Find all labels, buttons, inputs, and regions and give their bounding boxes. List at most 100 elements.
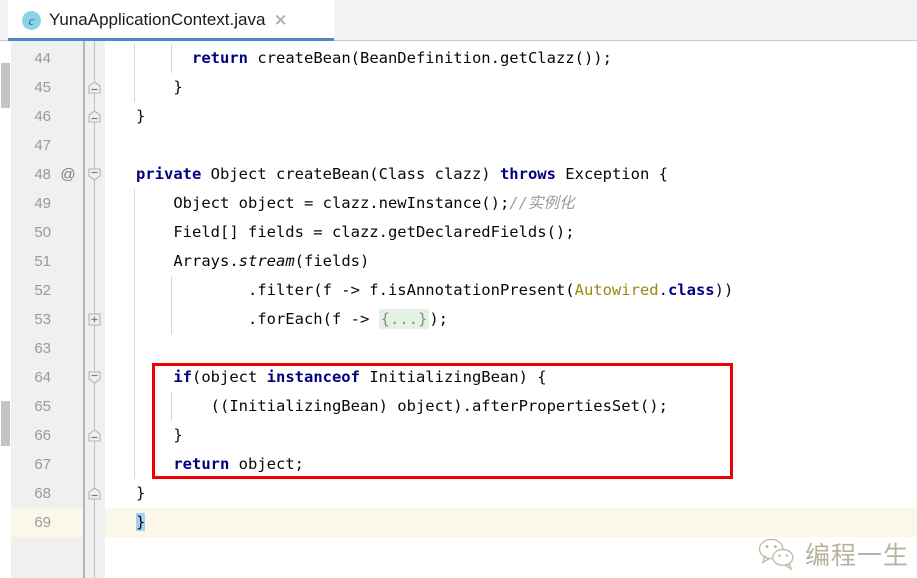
code-line[interactable]: return createBean(BeanDefinition.getClaz… (105, 44, 917, 73)
code-line[interactable]: } (105, 508, 917, 537)
code-content-area[interactable]: return createBean(BeanDefinition.getClaz… (105, 41, 917, 578)
line-number: 63 (34, 340, 51, 357)
code-line[interactable]: .forEach(f -> {...}); (105, 305, 917, 334)
code-line[interactable]: if(object instanceof InitializingBean) { (105, 363, 917, 392)
code-line[interactable]: Arrays.stream(fields) (105, 247, 917, 276)
code-line[interactable]: return object; (105, 450, 917, 479)
wechat-logo (758, 538, 794, 571)
code-token-anno: Autowired (574, 281, 659, 299)
code-token-plain: .filter(f -> f.isAnnotationPresent( (136, 281, 575, 299)
gutter-line[interactable]: 65 (11, 392, 83, 421)
line-number-gutter[interactable]: 44 45 46 47 48 @49 50 51 52 53 63 64 65 66 67 68 69 (11, 41, 83, 578)
indent-guide (134, 334, 135, 363)
gutter-line[interactable]: 64 (11, 363, 83, 392)
line-number: 68 (34, 485, 51, 502)
tab-yunaapplicationcontext-java[interactable]: c YunaApplicationContext.java ✕ (8, 0, 334, 40)
code-token-ital: stream (238, 252, 295, 270)
code-line[interactable]: } (105, 421, 917, 450)
code-line[interactable]: } (105, 73, 917, 102)
code-token-kw: if (173, 368, 192, 386)
code-line[interactable]: Field[] fields = clazz.getDeclaredFields… (105, 218, 917, 247)
code-line-text: ((InitializingBean) object).afterPropert… (136, 392, 668, 421)
code-token-plain: (object (192, 368, 267, 386)
fold-expand-down-icon[interactable] (88, 371, 101, 384)
editor-tab-bar: c YunaApplicationContext.java ✕ (0, 0, 917, 41)
code-token-kw: throws (499, 165, 556, 183)
gutter-line[interactable]: 63 (11, 334, 83, 363)
code-token-plain: } (136, 426, 183, 444)
indent-guide (134, 450, 135, 479)
gutter-line[interactable]: 48 @ (11, 160, 83, 189)
gutter-line[interactable]: 51 (11, 247, 83, 276)
code-line-text: if(object instanceof InitializingBean) { (136, 363, 546, 392)
code-line-text: Object object = clazz.newInstance();//实例… (136, 189, 574, 218)
line-number: 45 (34, 79, 51, 96)
code-line[interactable] (105, 131, 917, 160)
gutter-line[interactable]: 47 (11, 131, 83, 160)
gutter-line[interactable]: 45 (11, 73, 83, 102)
code-token-kw: class (667, 281, 715, 299)
fold-collapse-up-icon[interactable] (88, 110, 101, 123)
line-number: 66 (34, 427, 51, 444)
indent-guide (134, 189, 135, 218)
line-number: 47 (34, 137, 51, 154)
code-line-text: return createBean(BeanDefinition.getClaz… (136, 44, 612, 73)
code-token-plain: } (136, 107, 146, 125)
fold-collapse-up-icon[interactable] (88, 429, 101, 442)
gutter-line[interactable]: 67 (11, 450, 83, 479)
code-token-plain: Arrays. (136, 252, 239, 270)
code-line[interactable]: ((InitializingBean) object).afterPropert… (105, 392, 917, 421)
code-token-fold-ph: {...} (378, 309, 430, 329)
fold-collapse-up-icon[interactable] (88, 81, 101, 94)
line-number: 67 (34, 456, 51, 473)
indent-guide (134, 276, 135, 305)
gutter-line[interactable]: 44 (11, 44, 83, 73)
fold-expand-down-icon[interactable] (88, 168, 101, 181)
scroll-marker-bottom[interactable] (1, 401, 10, 446)
code-line[interactable]: Object object = clazz.newInstance();//实例… (105, 189, 917, 218)
watermark: 编程一生 (757, 536, 909, 572)
annotation-gutter-icon[interactable]: @ (59, 160, 77, 189)
code-line[interactable]: .filter(f -> f.isAnnotationPresent(Autow… (105, 276, 917, 305)
code-token-plain: } (136, 484, 146, 502)
watermark-text: 编程一生 (804, 542, 909, 570)
code-token-plain: (fields) (294, 252, 370, 270)
gutter-line[interactable]: 69 (11, 508, 83, 537)
indent-guide (134, 392, 135, 421)
gutter-line[interactable]: 46 (11, 102, 83, 131)
code-line[interactable]: } (105, 479, 917, 508)
code-token-kw: return (192, 49, 248, 67)
line-number: 46 (34, 108, 51, 125)
gutter-line[interactable]: 66 (11, 421, 83, 450)
gutter-line[interactable]: 52 (11, 276, 83, 305)
fold-collapsed-plus-icon[interactable] (88, 313, 101, 326)
ide-editor-window: c YunaApplicationContext.java ✕ 44 45 46 47… (0, 0, 917, 578)
indent-guide (134, 44, 135, 73)
code-line-text: } (136, 479, 145, 508)
code-line[interactable] (105, 334, 917, 363)
code-token-plain: Exception { (555, 165, 668, 183)
code-token-kw: private (136, 165, 202, 183)
indent-guide (134, 363, 135, 392)
gutter-line[interactable]: 53 (11, 305, 83, 334)
code-token-plain: Object createBean(Class clazz) (201, 165, 500, 183)
code-editor[interactable]: 44 45 46 47 48 @49 50 51 52 53 63 64 65 66 67 68 69 retu… (0, 41, 917, 578)
code-token-plain: ((InitializingBean) object).afterPropert… (136, 397, 668, 415)
code-line[interactable]: } (105, 102, 917, 131)
code-line-text: } (136, 102, 145, 131)
scroll-marker-top[interactable] (1, 63, 10, 108)
gutter-line[interactable]: 49 (11, 189, 83, 218)
code-line[interactable]: private Object createBean(Class clazz) t… (105, 160, 917, 189)
gutter-line[interactable]: 50 (11, 218, 83, 247)
editor-left-stripe[interactable] (0, 41, 11, 578)
line-number: 50 (34, 224, 51, 241)
close-icon[interactable]: ✕ (273, 12, 287, 29)
line-number: 65 (34, 398, 51, 415)
fold-collapse-up-icon[interactable] (88, 487, 101, 500)
gutter-line[interactable]: 68 (11, 479, 83, 508)
indent-guide (134, 73, 135, 102)
line-number: 52 (34, 282, 51, 299)
code-folding-gutter[interactable] (83, 41, 107, 578)
code-token-sel-brace: } (136, 513, 146, 531)
